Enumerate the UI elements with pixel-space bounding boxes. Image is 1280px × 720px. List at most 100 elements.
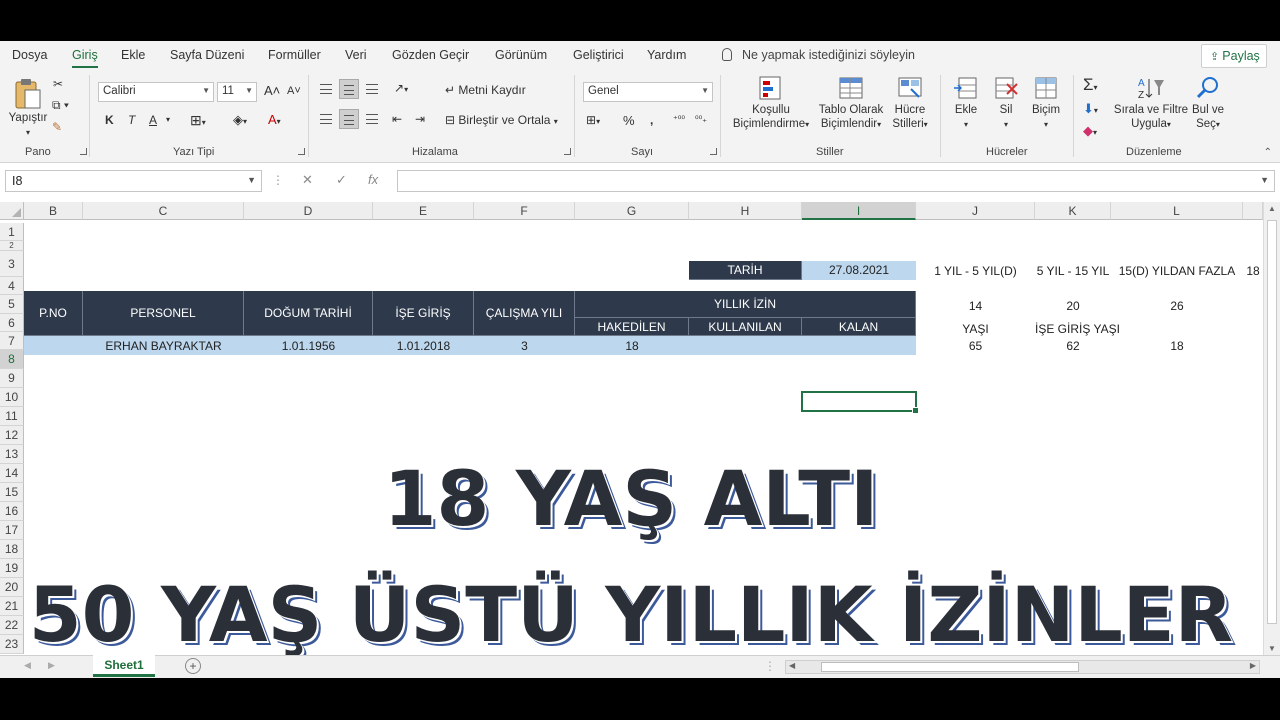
column-header[interactable]: E — [373, 202, 474, 220]
dialog-launcher-icon[interactable] — [298, 148, 305, 155]
wrap-text-button[interactable]: ↵ Metni Kaydır — [445, 83, 526, 97]
scroll-down-icon[interactable]: ▼ — [1268, 644, 1276, 653]
vertical-scrollbar[interactable]: ▲ ▼ — [1263, 202, 1280, 655]
column-header[interactable]: L — [1111, 202, 1243, 220]
cell-j1[interactable]: 1 YIL - 5 YIL(D) — [916, 264, 1035, 278]
row-header[interactable]: 12 — [0, 426, 24, 445]
chevron-down-icon[interactable]: ▾ — [166, 115, 170, 124]
accounting-format-icon[interactable]: ⊞▾ — [586, 113, 600, 127]
scroll-left-icon[interactable]: ◀ — [789, 661, 795, 670]
cancel-icon[interactable]: ✕ — [302, 172, 313, 188]
cell-l3[interactable]: 26 — [1111, 299, 1243, 313]
next-sheet-icon[interactable]: ▶ — [48, 660, 55, 671]
cell-j3[interactable]: 14 — [916, 299, 1035, 313]
bold-button[interactable]: K — [105, 113, 114, 127]
align-bottom-button[interactable] — [362, 79, 382, 99]
cell-j4[interactable]: YAŞI — [916, 322, 1035, 336]
column-header[interactable]: J — [916, 202, 1035, 220]
header-kalan[interactable]: KALAN — [802, 318, 916, 336]
select-all-button[interactable] — [0, 202, 24, 220]
number-format-select[interactable]: Genel ▼ — [583, 82, 713, 102]
collapse-ribbon-icon[interactable]: ⌃ — [1264, 147, 1272, 158]
prev-sheet-icon[interactable]: ◀ — [24, 660, 31, 671]
cell-dogum-tarihi[interactable]: 1.01.1956 — [244, 339, 373, 353]
orientation-icon[interactable]: ↗▾ — [394, 81, 408, 95]
row-header[interactable]: 5 — [0, 295, 24, 314]
confirm-icon[interactable]: ✓ — [336, 172, 347, 188]
cell-m1[interactable]: 18 — [1243, 264, 1263, 278]
add-sheet-icon[interactable]: + — [185, 658, 201, 674]
cut-icon[interactable]: ✂ — [53, 77, 63, 91]
row-header[interactable]: 9 — [0, 369, 24, 388]
align-center-button[interactable] — [339, 109, 359, 129]
sort-filter-button[interactable]: AZ Sırala ve Filtre Uygula▾ — [1113, 75, 1189, 132]
autosum-icon[interactable]: Σ▾ — [1083, 75, 1098, 95]
column-header[interactable]: K — [1035, 202, 1111, 220]
column-header[interactable]: C — [83, 202, 244, 220]
column-header-selected[interactable]: I — [802, 202, 916, 220]
delete-cells-button[interactable]: Sil ▾ — [988, 75, 1024, 132]
fill-color-icon[interactable]: ◈▾ — [233, 112, 247, 128]
grow-font-icon[interactable]: A˄ — [264, 83, 280, 98]
header-ise-giris[interactable]: İŞE GİRİŞ — [373, 291, 474, 336]
cell-calisma-yili[interactable]: 3 — [474, 339, 575, 353]
decrease-decimal-icon[interactable]: ⁰⁰₊ — [695, 114, 707, 125]
dialog-launcher-icon[interactable] — [80, 148, 87, 155]
header-hakedilen[interactable]: HAKEDİLEN — [575, 318, 689, 336]
header-pno[interactable]: P.NO — [24, 291, 83, 336]
header-kullanilan[interactable]: KULLANILAN — [689, 318, 802, 336]
increase-indent-icon[interactable]: ⇥ — [415, 112, 425, 126]
header-yillik-izin[interactable]: YILLIK İZİN — [575, 291, 916, 318]
header-personel[interactable]: PERSONEL — [83, 291, 244, 336]
formula-input[interactable]: ▼ — [397, 170, 1275, 192]
share-button[interactable]: ⇪ Paylaş — [1201, 44, 1267, 68]
row-header[interactable]: 10 — [0, 388, 24, 407]
font-color-icon[interactable]: A▾ — [268, 112, 281, 127]
vertical-scroll-thumb[interactable] — [1267, 220, 1277, 624]
cell-styles-button[interactable]: Hücre Stilleri▾ — [887, 75, 933, 132]
cell-j5[interactable]: 65 — [916, 339, 1035, 353]
cell-personel[interactable]: ERHAN BAYRAKTAR — [83, 339, 244, 353]
italic-button[interactable]: T — [128, 113, 135, 127]
drag-handle-icon[interactable]: ⋮ — [272, 173, 284, 187]
tab-formuller[interactable]: Formüller — [268, 48, 321, 62]
align-top-button[interactable] — [316, 79, 336, 99]
horizontal-scroll-thumb[interactable] — [821, 662, 1079, 672]
row-header[interactable]: 1 — [0, 223, 24, 241]
clear-icon[interactable]: ◆▾ — [1083, 123, 1097, 139]
tell-me-search[interactable]: Ne yapmak istediğinizi söyleyin — [722, 48, 915, 62]
find-select-button[interactable]: Bul ve Seç▾ — [1189, 75, 1227, 132]
tab-gozden-gecir[interactable]: Gözden Geçir — [392, 48, 469, 62]
row-header[interactable]: 4 — [0, 277, 24, 295]
underline-button[interactable]: A — [149, 113, 157, 127]
cell-l1[interactable]: 15(D) YILDAN FAZLA — [1111, 264, 1243, 278]
cell-k5[interactable]: 62 — [1035, 339, 1111, 353]
column-header[interactable]: B — [24, 202, 83, 220]
header-calisma-yili[interactable]: ÇALIŞMA YILI — [474, 291, 575, 336]
tab-yardim[interactable]: Yardım — [647, 48, 686, 62]
tarih-label-cell[interactable]: TARİH — [689, 261, 802, 280]
drag-handle-icon[interactable]: ⋮ — [764, 659, 776, 673]
header-dogum-tarihi[interactable]: DOĞUM TARİHİ — [244, 291, 373, 336]
copy-icon[interactable]: ⧉ ▾ — [52, 98, 69, 113]
tab-giris[interactable]: Giriş — [72, 48, 98, 68]
align-middle-button[interactable] — [339, 79, 359, 99]
column-header[interactable]: G — [575, 202, 689, 220]
cell-ise-giris[interactable]: 1.01.2018 — [373, 339, 474, 353]
row-header[interactable]: 11 — [0, 407, 24, 426]
comma-style-icon[interactable]: , — [650, 113, 653, 127]
decrease-indent-icon[interactable]: ⇤ — [392, 112, 402, 126]
horizontal-scrollbar[interactable]: ◀ ▶ — [785, 660, 1260, 674]
tab-gorunum[interactable]: Görünüm — [495, 48, 547, 62]
format-cells-button[interactable]: Biçim ▾ — [1027, 75, 1065, 132]
fill-icon[interactable]: ⬇▾ — [1083, 101, 1098, 117]
scroll-right-icon[interactable]: ▶ — [1250, 661, 1256, 670]
worksheet-grid[interactable]: B C D E F G H I J K L 1 2 3 4 5 6 7 8 9 10 11 12 13 1… — [0, 202, 1280, 655]
column-header[interactable]: F — [474, 202, 575, 220]
tarih-value-cell[interactable]: 27.08.2021 — [802, 261, 916, 280]
dialog-launcher-icon[interactable] — [710, 148, 717, 155]
cell-l5[interactable]: 18 — [1111, 339, 1243, 353]
insert-function-icon[interactable]: fx — [368, 172, 378, 187]
scroll-up-icon[interactable]: ▲ — [1268, 204, 1276, 213]
selected-cell[interactable] — [801, 391, 919, 414]
